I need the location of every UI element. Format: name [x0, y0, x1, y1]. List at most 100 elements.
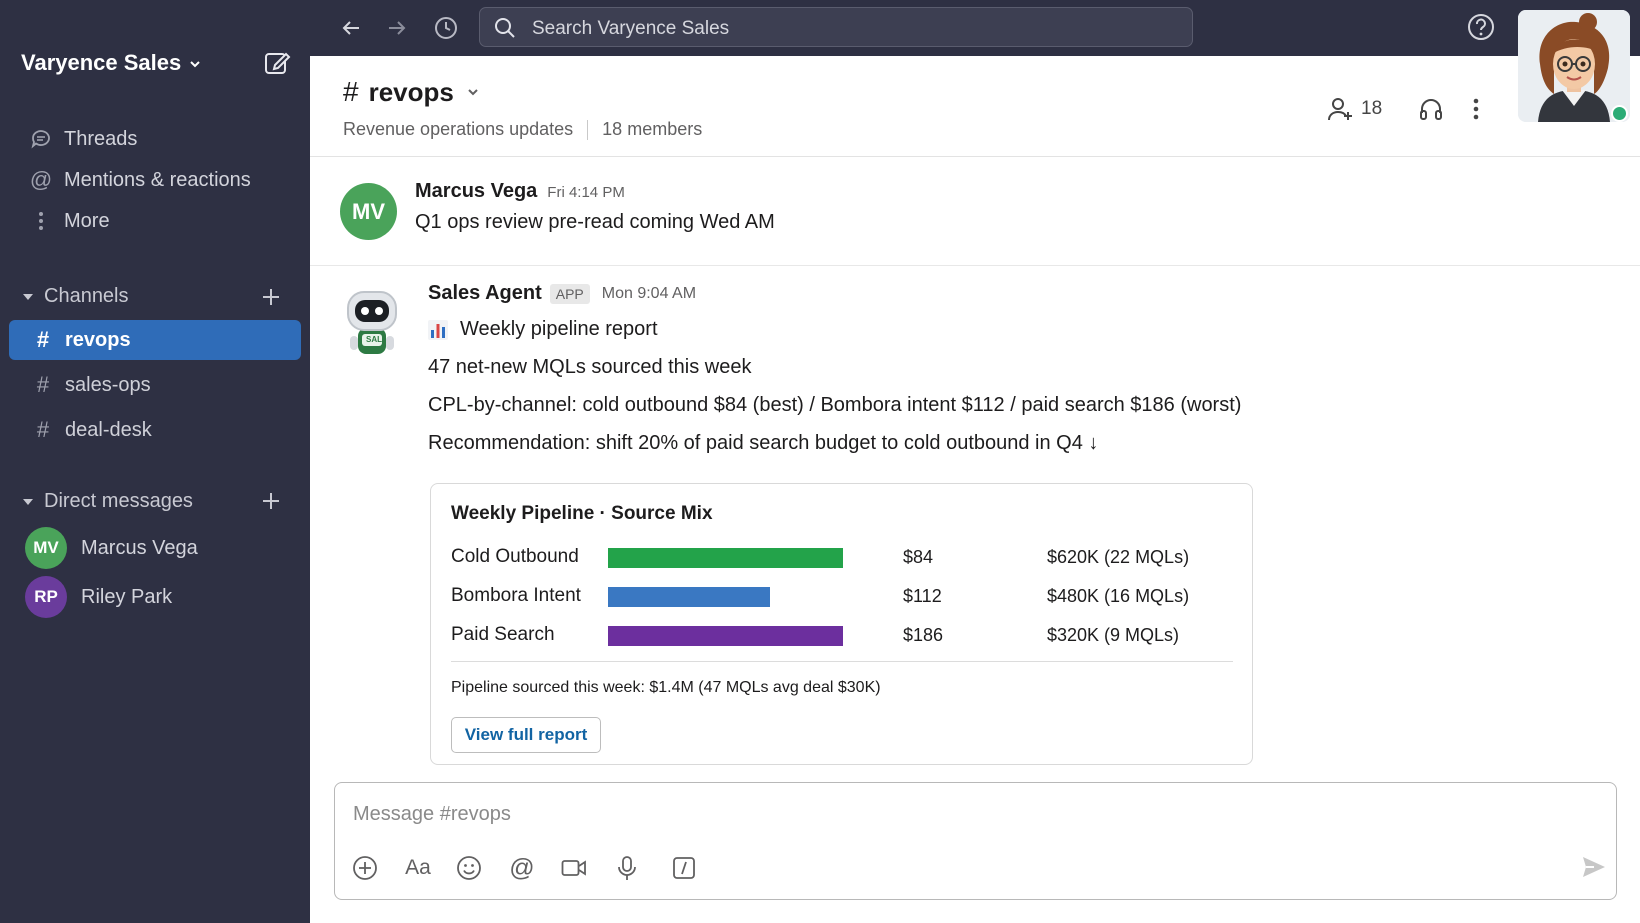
- sidebar-item-threads[interactable]: Threads: [28, 121, 137, 157]
- hash-icon: #: [36, 372, 50, 397]
- history-button[interactable]: [429, 11, 463, 45]
- channel-label: revops: [65, 328, 131, 351]
- message-header: Marcus Vega Fri 4:14 PM: [415, 180, 625, 203]
- slash-command-icon: [673, 857, 695, 879]
- threads-icon: [28, 127, 54, 151]
- channel-subtitle: Revenue operations updates 18 members: [343, 119, 702, 140]
- hash-icon: #: [343, 76, 359, 107]
- source-label: Bombora Intent: [451, 585, 581, 606]
- message-composer[interactable]: Message #revops Aa @: [334, 782, 1617, 900]
- channel-title[interactable]: # revops: [343, 76, 480, 108]
- search-input[interactable]: Search Varyence Sales: [479, 7, 1193, 47]
- user-avatar[interactable]: [1518, 10, 1630, 122]
- card-title: Weekly Pipeline · Source Mix: [451, 503, 713, 524]
- source-cpl: $186: [903, 625, 944, 645]
- forward-button[interactable]: [380, 11, 414, 45]
- source-pipeline: $320K (9 MQLs): [1047, 625, 1180, 645]
- source-label: Cold Outbound: [451, 546, 579, 567]
- channel-name: revops: [368, 76, 454, 107]
- at-icon: @: [29, 167, 53, 192]
- chevron-down-icon: [468, 89, 478, 96]
- headphones-icon[interactable]: [1418, 96, 1444, 122]
- add-dm-icon[interactable]: [260, 490, 282, 512]
- video-button[interactable]: [559, 853, 589, 883]
- divider: [451, 661, 1233, 662]
- channel-label: deal-desk: [65, 418, 152, 441]
- message-text: Q1 ops review pre-read coming Wed AM: [415, 211, 775, 233]
- user-portrait-icon: [1518, 10, 1630, 122]
- emoji-button[interactable]: [454, 853, 484, 883]
- channel-view: # revops Revenue operations updates 18 m…: [310, 56, 1640, 923]
- online-status-indicator: [1611, 105, 1628, 122]
- workspace-name[interactable]: Varyence Sales: [21, 50, 181, 76]
- more-vertical-icon[interactable]: [1472, 96, 1480, 122]
- sidebar-item-mentions[interactable]: @ Mentions & reactions: [28, 162, 251, 198]
- slash-command-button[interactable]: [669, 853, 699, 883]
- message-text: CPL-by-channel: cold outbound $84 (best)…: [428, 394, 1242, 416]
- caret-down-icon: [23, 293, 33, 300]
- channel-item-deal-desk[interactable]: # deal-desk: [9, 410, 301, 450]
- member-count: 18: [1361, 98, 1383, 119]
- avatar: MV: [25, 527, 67, 569]
- members-button[interactable]: 18: [1327, 96, 1382, 122]
- compose-icon[interactable]: [263, 49, 291, 77]
- source-pipeline: $620K (22 MQLs): [1047, 547, 1190, 567]
- avatar[interactable]: MV: [340, 183, 397, 240]
- dm-header-label: Direct messages: [44, 490, 193, 512]
- dm-item-riley-park[interactable]: RP Riley Park: [25, 575, 172, 619]
- channel-description: Revenue operations updates: [343, 119, 574, 139]
- sidebar: Varyence Sales Threads @ Mentions & reac…: [0, 0, 310, 923]
- chevron-down-icon[interactable]: [188, 57, 202, 71]
- message-author[interactable]: Marcus Vega: [415, 180, 537, 203]
- dm-label: Marcus Vega: [81, 536, 198, 559]
- arrow-left-icon: [342, 21, 359, 35]
- message-timestamp[interactable]: Mon 9:04 AM: [602, 285, 696, 303]
- channel-item-revops[interactable]: # revops: [9, 320, 301, 360]
- source-cpl: $84: [903, 547, 934, 567]
- plus-circle-icon: [353, 856, 377, 880]
- avatar-badge: SAL: [366, 335, 382, 344]
- channels-section-header[interactable]: Channels: [22, 285, 129, 308]
- card-footer: Pipeline sourced this week: $1.4M (47 MQ…: [451, 679, 881, 696]
- dm-section-header[interactable]: Direct messages: [22, 490, 193, 513]
- robot-icon: [347, 291, 397, 354]
- audio-button[interactable]: [612, 853, 642, 883]
- message-line: Weekly pipeline report: [428, 318, 658, 341]
- channel-item-sales-ops[interactable]: # sales-ops: [9, 365, 301, 405]
- search-placeholder: Search Varyence Sales: [532, 18, 730, 39]
- mention-button[interactable]: @: [507, 853, 537, 883]
- dm-label: Riley Park: [81, 585, 173, 608]
- help-icon[interactable]: [1467, 13, 1495, 41]
- add-channel-icon[interactable]: [260, 286, 282, 308]
- view-full-report-button[interactable]: View full report: [451, 717, 601, 753]
- source-bar: [608, 626, 843, 646]
- sidebar-item-label: More: [64, 209, 110, 232]
- app-badge: APP: [549, 283, 590, 304]
- message-input[interactable]: Message #revops: [353, 803, 511, 826]
- source-label: Paid Search: [451, 624, 555, 645]
- add-button[interactable]: [350, 853, 380, 883]
- channels-header-label: Channels: [44, 285, 129, 307]
- message-author[interactable]: Sales Agent: [428, 282, 542, 305]
- source-bar: [608, 548, 843, 568]
- message-timestamp[interactable]: Fri 4:14 PM: [547, 184, 625, 201]
- add-person-icon: [1328, 98, 1352, 121]
- formatting-button[interactable]: Aa: [403, 853, 433, 883]
- source-pipeline: $480K (16 MQLs): [1047, 586, 1190, 606]
- clock-icon: [435, 17, 457, 39]
- source-bar: [608, 587, 770, 607]
- search-icon: [495, 18, 515, 38]
- sidebar-item-more[interactable]: More: [28, 203, 110, 239]
- message-item: MV Marcus Vega Fri 4:14 PM Q1 ops review…: [310, 157, 1640, 266]
- video-camera-icon: [561, 860, 586, 876]
- channel-member-count[interactable]: 18 members: [602, 119, 702, 140]
- back-button[interactable]: [334, 11, 368, 45]
- avatar: RP: [25, 576, 67, 618]
- text-format-icon: Aa: [405, 856, 431, 879]
- send-icon[interactable]: [1580, 853, 1608, 881]
- emoji-icon: [457, 856, 481, 880]
- dm-item-marcus-vega[interactable]: MV Marcus Vega: [25, 526, 198, 570]
- channel-label: sales-ops: [65, 373, 151, 396]
- message-text: 47 net-new MQLs sourced this week: [428, 356, 752, 378]
- bot-avatar[interactable]: SAL: [340, 286, 404, 358]
